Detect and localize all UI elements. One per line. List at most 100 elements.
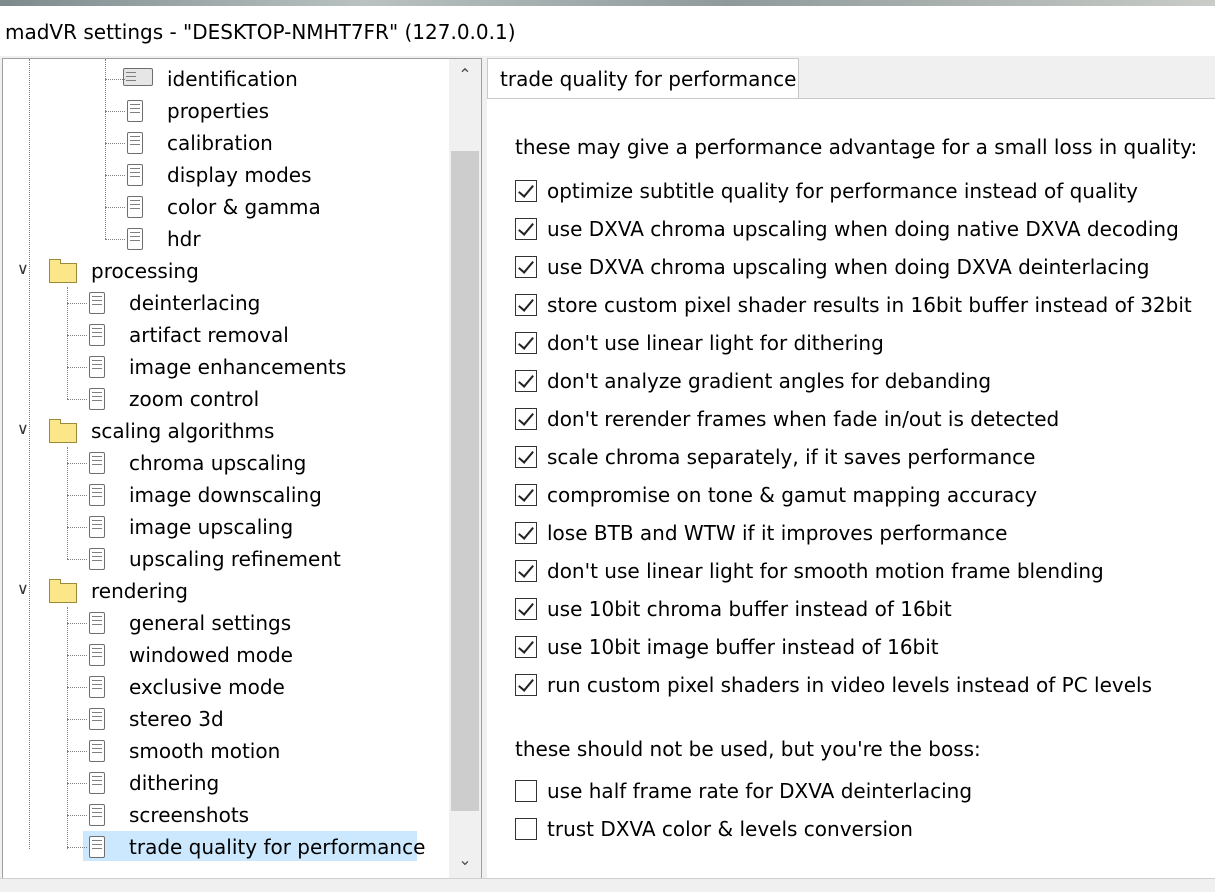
option-label[interactable]: trust DXVA color & levels conversion [547,815,913,843]
tree-item[interactable]: image upscaling [3,511,447,543]
option-label[interactable]: don't use linear light for dithering [547,329,884,357]
tree-item[interactable]: chroma upscaling [3,447,447,479]
checkbox-unchecked[interactable] [515,780,537,802]
tree-item[interactable]: ∨ rendering [3,575,447,607]
chevron-down-icon[interactable]: ∨ [17,413,29,445]
tree-item[interactable]: image enhancements [3,351,447,383]
page-icon [89,388,105,410]
page-icon [89,612,105,634]
tree-item-label: smooth motion [129,739,281,763]
checkbox-checked[interactable] [515,294,537,316]
scroll-down-arrow-icon[interactable]: ⌄ [449,844,481,876]
settings-tree[interactable]: identification properties calibration displ… [2,58,482,879]
checkbox-checked[interactable] [515,522,537,544]
option-label[interactable]: compromise on tone & gamut mapping accur… [547,481,1037,509]
checkbox-checked[interactable] [515,484,537,506]
tree-item[interactable]: trade quality for performance [3,831,447,863]
tree-connector [67,335,87,336]
page-icon [89,452,105,474]
chevron-down-icon[interactable]: ∨ [17,253,29,285]
tree-connector [67,559,87,560]
checkbox-checked[interactable] [515,180,537,202]
tree-item-label: screenshots [129,803,250,827]
tree-item[interactable]: stereo 3d [3,703,447,735]
tree-connector [67,847,87,848]
checkbox-checked[interactable] [515,446,537,468]
tree-connector [67,463,87,464]
tree-item[interactable]: screenshots [3,799,447,831]
tree-item[interactable]: artifact removal [3,319,447,351]
option-label[interactable]: don't use linear light for smooth motion… [547,557,1104,585]
option-label[interactable]: optimize subtitle quality for performanc… [547,177,1138,205]
tree-item-label: trade quality for performance [129,835,426,859]
option-label[interactable]: don't rerender frames when fade in/out i… [547,405,1059,433]
tree-item-label: image enhancements [129,355,347,379]
option-label[interactable]: use DXVA chroma upscaling when doing DXV… [547,253,1149,281]
checkbox-checked[interactable] [515,256,537,278]
option-label[interactable]: use 10bit chroma buffer instead of 16bit [547,595,952,623]
tree-item-label: windowed mode [129,643,293,667]
tree-item[interactable]: calibration [3,127,447,159]
tree-connector [67,495,87,496]
checkbox-checked[interactable] [515,560,537,582]
tree-item[interactable]: hdr [3,223,447,255]
checkbox-checked[interactable] [515,674,537,696]
tree-item[interactable]: ∨ scaling algorithms [3,415,447,447]
checkbox-checked[interactable] [515,636,537,658]
chevron-down-icon[interactable]: ∨ [17,573,29,605]
checkbox-checked[interactable] [515,332,537,354]
tree-item[interactable]: windowed mode [3,639,447,671]
checkbox-checked[interactable] [515,370,537,392]
option-label[interactable]: scale chroma separately, if it saves per… [547,443,1035,471]
tree-scrollbar[interactable]: ⌃ ⌄ [449,59,481,878]
tree-item[interactable]: color & gamma [3,191,447,223]
page-icon [89,548,105,570]
page-icon [127,132,143,154]
scroll-up-arrow-icon[interactable]: ⌃ [449,59,481,91]
tree-connector [67,447,68,559]
tab-trade-quality[interactable]: trade quality for performance [487,58,799,99]
checkbox-unchecked[interactable] [515,818,537,840]
checkbox-checked[interactable] [515,218,537,240]
tree-item[interactable]: smooth motion [3,735,447,767]
tree-item[interactable]: properties [3,95,447,127]
tree-item-label: scaling algorithms [91,419,275,443]
status-area [0,878,1215,892]
tree-item[interactable]: zoom control [3,383,447,415]
tree-item[interactable]: dithering [3,767,447,799]
option-label[interactable]: don't analyze gradient angles for deband… [547,367,991,395]
title-bar: madVR settings - "DESKTOP-NMHT7FR" (127.… [0,6,1215,56]
checkbox-checked[interactable] [515,598,537,620]
tree-item[interactable]: deinterlacing [3,287,447,319]
tree-item[interactable]: display modes [3,159,447,191]
tree-item[interactable]: general settings [3,607,447,639]
checkbox-checked[interactable] [515,408,537,430]
tree-item[interactable]: exclusive mode [3,671,447,703]
tree-item-label: properties [167,99,270,123]
option-label[interactable]: use DXVA chroma upscaling when doing nat… [547,215,1179,243]
tree-connector [105,79,125,80]
scroll-thumb[interactable] [451,151,479,811]
tree-connector [67,367,87,368]
page-icon [89,484,105,506]
tree-connector [67,527,87,528]
tree-connector [105,111,125,112]
tree-item-label: chroma upscaling [129,451,307,475]
tree-item-label: image downscaling [129,483,322,507]
option-label[interactable]: store custom pixel shader results in 16b… [547,291,1192,319]
folder-icon [49,419,77,443]
tree-item-label: deinterlacing [129,291,261,315]
section-heading-performance: these may give a performance advantage f… [515,135,1198,159]
tree-item[interactable]: identification [3,63,447,95]
option-label[interactable]: use half frame rate for DXVA deinterlaci… [547,777,972,805]
tree-item[interactable]: image downscaling [3,479,447,511]
tree-item[interactable]: ∨ processing [3,255,447,287]
tree-connector [67,607,68,849]
option-label[interactable]: run custom pixel shaders in video levels… [547,671,1152,699]
section-heading-not-recommended: these should not be used, but you're the… [515,737,981,761]
option-label[interactable]: use 10bit image buffer instead of 16bit [547,633,939,661]
tree-connector [67,623,87,624]
tree-item[interactable]: upscaling refinement [3,543,447,575]
option-label[interactable]: lose BTB and WTW if it improves performa… [547,519,1007,547]
tree-item-label: hdr [167,227,201,251]
